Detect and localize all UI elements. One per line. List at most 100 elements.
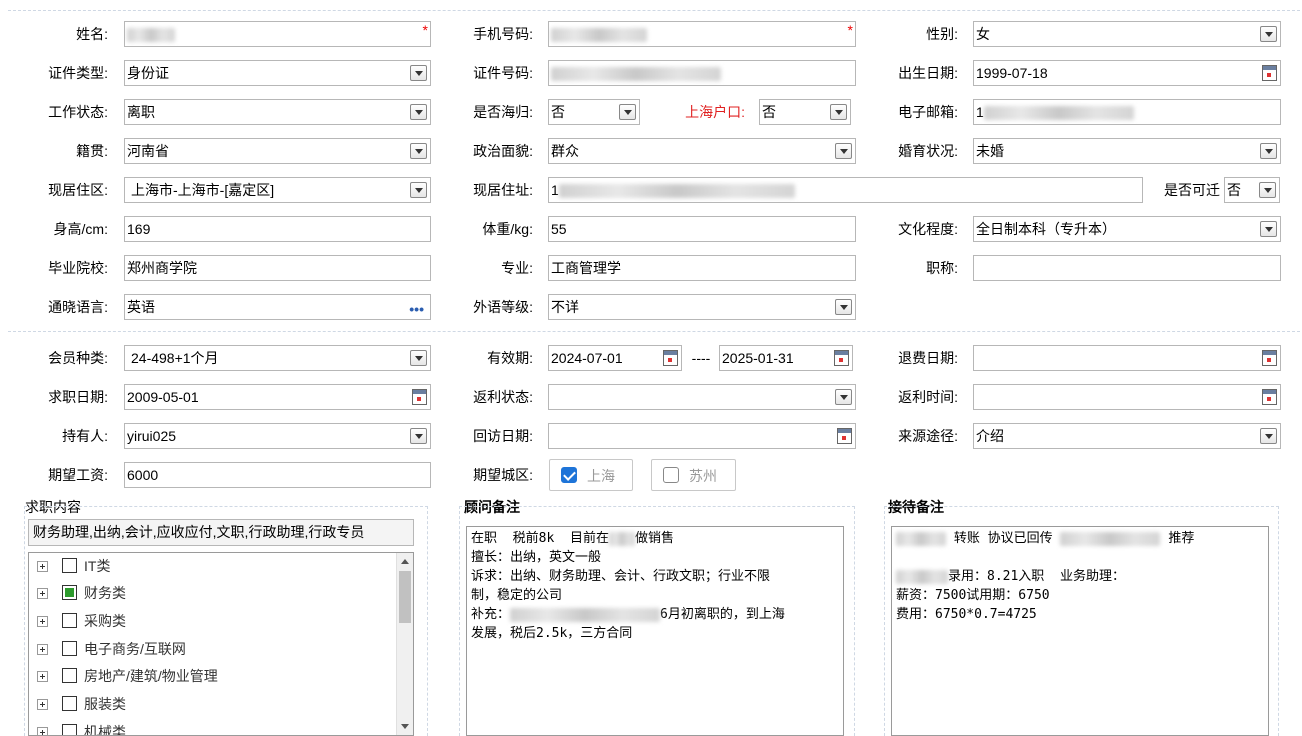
checkbox-icon[interactable] <box>62 641 77 656</box>
checkbox-icon[interactable] <box>62 696 77 711</box>
expected-salary-field[interactable]: 6000 <box>124 462 431 488</box>
dropdown-arrow-icon[interactable] <box>1259 182 1276 198</box>
title-field[interactable] <box>973 255 1281 281</box>
email-field[interactable]: 1 <box>973 99 1281 125</box>
city-option-suzhou[interactable]: 苏州 <box>651 459 736 491</box>
tree-item-purchasing[interactable]: 采购类 <box>29 608 399 635</box>
scroll-down-icon[interactable] <box>401 724 409 729</box>
expand-icon[interactable] <box>37 588 48 599</box>
tree-item-it[interactable]: IT类 <box>29 553 399 580</box>
political-status-select[interactable]: 群众 <box>548 138 856 164</box>
height-field[interactable]: 169 <box>124 216 431 242</box>
returnee-select[interactable]: 否 <box>548 99 640 125</box>
tree-item-finance[interactable]: 财务类 <box>29 580 399 607</box>
political-status-value: 群众 <box>551 143 579 159</box>
calendar-icon[interactable] <box>837 428 852 444</box>
education-select[interactable]: 全日制本科（专升本） <box>973 216 1281 242</box>
checkbox-icon[interactable] <box>62 668 77 683</box>
name-field[interactable]: * <box>124 21 431 47</box>
expand-icon[interactable] <box>37 727 48 735</box>
member-type-select[interactable]: 24-498+1个月 <box>124 345 431 371</box>
calendar-icon[interactable] <box>834 350 849 366</box>
dropdown-arrow-icon[interactable] <box>619 104 636 120</box>
expand-icon[interactable] <box>37 671 48 682</box>
school-field[interactable]: 郑州商学院 <box>124 255 431 281</box>
marital-status-select[interactable]: 未婚 <box>973 138 1281 164</box>
tree-item-label: 电子商务/互联网 <box>84 641 186 657</box>
dropdown-arrow-icon[interactable] <box>1260 428 1277 444</box>
holder-select[interactable]: yirui025 <box>124 423 431 449</box>
work-status-select[interactable]: 离职 <box>124 99 431 125</box>
expand-icon[interactable] <box>37 644 48 655</box>
expand-icon[interactable] <box>37 699 48 710</box>
visit-date-field[interactable] <box>548 423 856 449</box>
languages-field[interactable]: 英语 ••• <box>124 294 431 320</box>
rebate-time-field[interactable] <box>973 384 1281 410</box>
expand-icon[interactable] <box>37 616 48 627</box>
expand-icon[interactable] <box>37 561 48 572</box>
advisor-notes-textarea[interactable]: 在职 税前8k 目前在 做销售 擅长：出纳，英文一般 诉求：出纳、财务助理、会计、行政… <box>466 526 844 736</box>
checkbox-partial-icon[interactable] <box>62 585 77 600</box>
gender-select[interactable]: 女 <box>973 21 1281 47</box>
dropdown-arrow-icon[interactable] <box>830 104 847 120</box>
dropdown-arrow-icon[interactable] <box>410 428 427 444</box>
birth-date-field[interactable]: 1999-07-18 <box>973 60 1281 86</box>
scroll-thumb[interactable] <box>399 571 411 623</box>
dropdown-arrow-icon[interactable] <box>1260 143 1277 159</box>
refund-date-field[interactable] <box>973 345 1281 371</box>
checkbox-icon[interactable] <box>62 724 77 735</box>
dropdown-arrow-icon[interactable] <box>410 350 427 366</box>
residence-address-field[interactable]: 1 <box>548 177 1143 203</box>
residence-address-label: 现居住址: <box>473 182 533 198</box>
tree-item-apparel[interactable]: 服装类 <box>29 691 399 718</box>
note-line: 在职 税前8k 目前在 做销售 <box>471 529 839 548</box>
returnee-label: 是否海归: <box>473 104 533 120</box>
tree-scrollbar[interactable] <box>396 553 413 735</box>
job-category-tree[interactable]: IT类 财务类 采购类 电子商务/互联网 房地产/建筑/物业管理 服装类 机械类 <box>28 552 414 736</box>
language-level-select[interactable]: 不详 <box>548 294 856 320</box>
residence-area-select[interactable]: 上海市-上海市-[嘉定区] <box>124 177 431 203</box>
tree-item-machinery[interactable]: 机械类 <box>29 719 399 736</box>
validity-end-field[interactable]: 2025-01-31 <box>719 345 853 371</box>
major-field[interactable]: 工商管理学 <box>548 255 856 281</box>
tree-item-ecommerce[interactable]: 电子商务/互联网 <box>29 636 399 663</box>
city-option-shanghai[interactable]: 上海 <box>549 459 633 491</box>
calendar-icon[interactable] <box>412 389 427 405</box>
tree-item-label: 采购类 <box>84 613 126 629</box>
checkbox-icon[interactable] <box>62 558 77 573</box>
dropdown-arrow-icon[interactable] <box>410 104 427 120</box>
dropdown-arrow-icon[interactable] <box>410 65 427 81</box>
mobile-field[interactable]: * <box>548 21 856 47</box>
dropdown-arrow-icon[interactable] <box>835 389 852 405</box>
tree-item-realestate[interactable]: 房地产/建筑/物业管理 <box>29 663 399 690</box>
shanghai-hukou-select[interactable]: 否 <box>759 99 851 125</box>
relocatable-select[interactable]: 否 <box>1224 177 1280 203</box>
more-icon[interactable]: ••• <box>409 297 424 319</box>
validity-start-field[interactable]: 2024-07-01 <box>548 345 682 371</box>
native-place-select[interactable]: 河南省 <box>124 138 431 164</box>
checkbox-icon[interactable] <box>62 613 77 628</box>
calendar-icon[interactable] <box>1262 65 1277 81</box>
checkbox-checked-icon[interactable] <box>561 467 577 483</box>
rebate-status-select[interactable] <box>548 384 856 410</box>
checkbox-unchecked-icon[interactable] <box>663 467 679 483</box>
dropdown-arrow-icon[interactable] <box>1260 221 1277 237</box>
dropdown-arrow-icon[interactable] <box>1260 26 1277 42</box>
id-type-select[interactable]: 身份证 <box>124 60 431 86</box>
source-select[interactable]: 介绍 <box>973 423 1281 449</box>
work-status-value: 离职 <box>127 104 155 120</box>
calendar-icon[interactable] <box>1262 389 1277 405</box>
dropdown-arrow-icon[interactable] <box>835 299 852 315</box>
job-seek-date-field[interactable]: 2009-05-01 <box>124 384 431 410</box>
calendar-icon[interactable] <box>1262 350 1277 366</box>
scroll-up-icon[interactable] <box>401 559 409 564</box>
id-number-field[interactable] <box>548 60 856 86</box>
dropdown-arrow-icon[interactable] <box>410 182 427 198</box>
reception-notes-textarea[interactable]: 转账 协议已回传 推荐 录用：8.21入职 业务助理： 薪资：7500试用期：67… <box>891 526 1269 736</box>
dropdown-arrow-icon[interactable] <box>835 143 852 159</box>
calendar-icon[interactable] <box>663 350 678 366</box>
tree-item-label: 机械类 <box>84 724 126 736</box>
dropdown-arrow-icon[interactable] <box>410 143 427 159</box>
weight-field[interactable]: 55 <box>548 216 856 242</box>
job-seek-date-value: 2009-05-01 <box>127 389 199 405</box>
